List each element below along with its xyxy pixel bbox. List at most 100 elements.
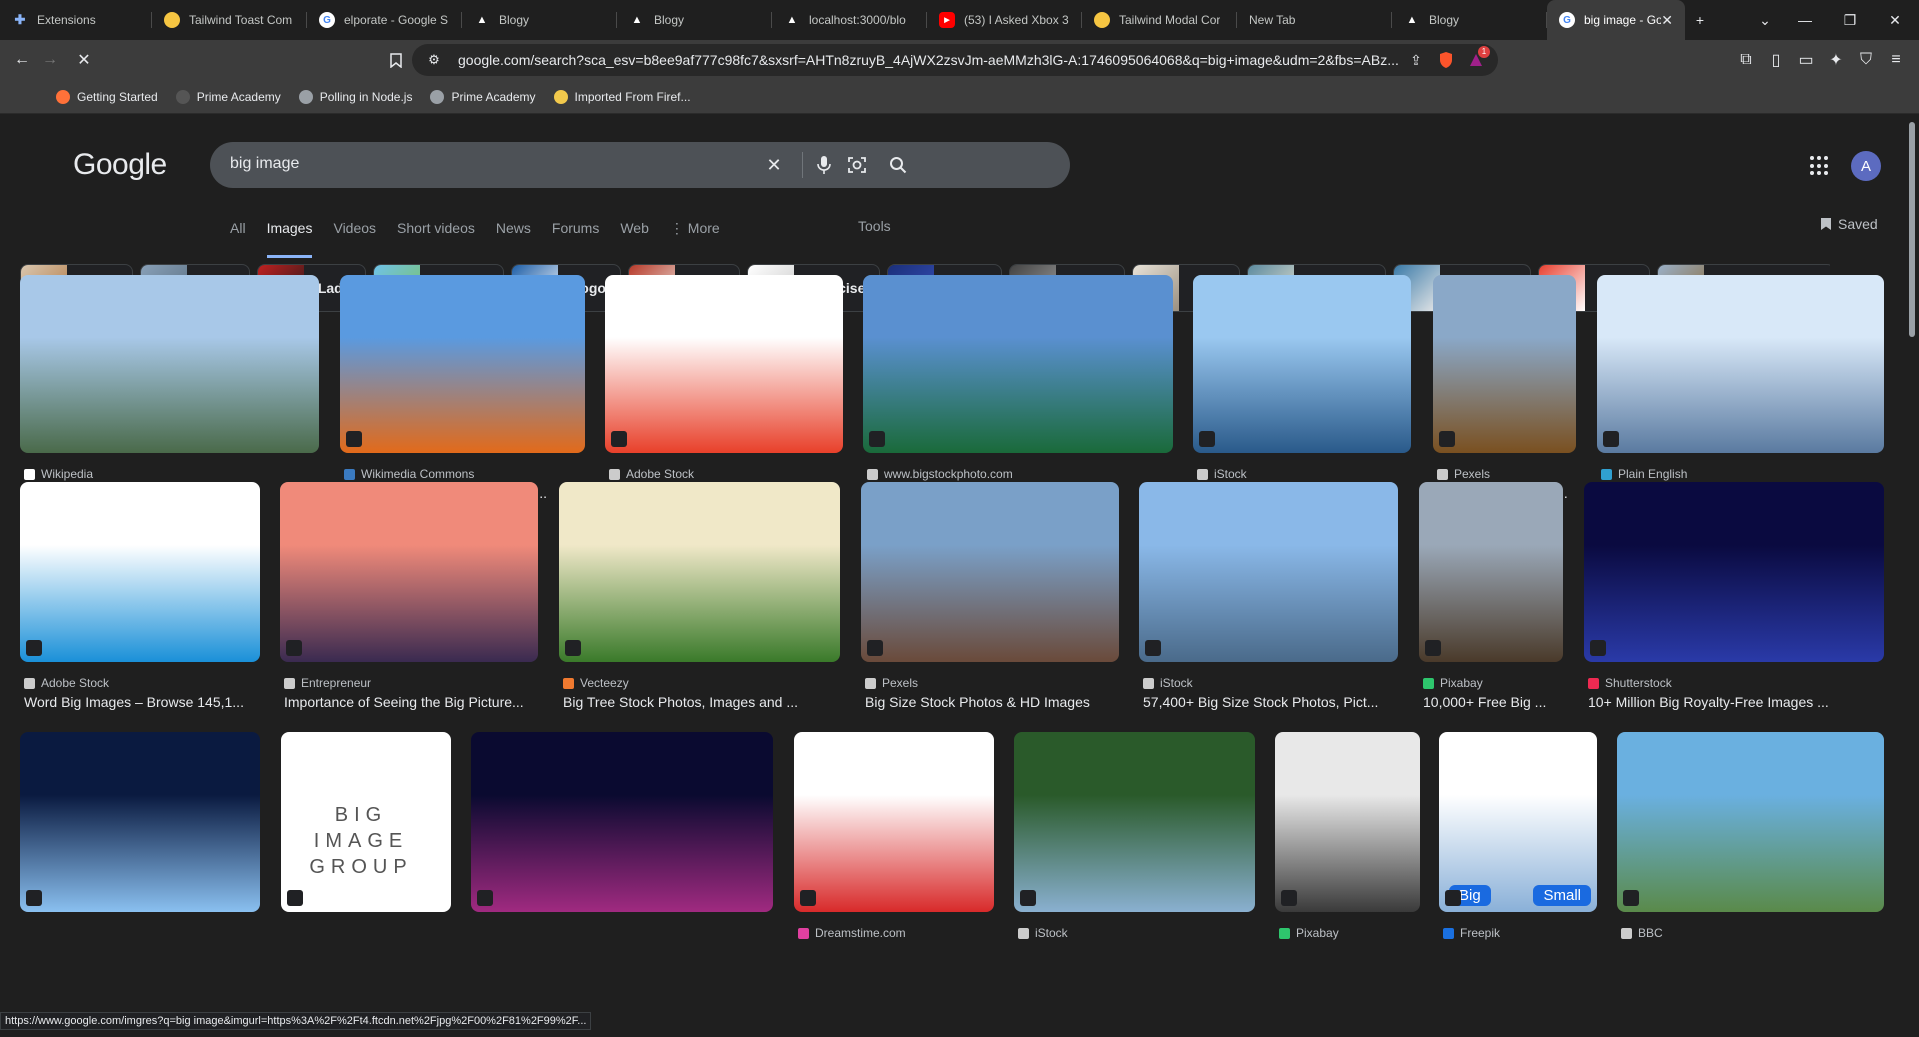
search-query[interactable]: big image [230,155,299,173]
result-source[interactable]: Dreamstime.com [798,926,906,940]
search-tab[interactable]: Videos [333,218,376,258]
result-thumbnail[interactable] [861,482,1119,662]
page-scrollbar[interactable] [1905,114,1919,1037]
search-tab[interactable]: Forums [552,218,599,258]
minimize-button[interactable]: — [1785,0,1825,40]
result-thumbnail[interactable] [863,275,1173,453]
result-thumbnail[interactable] [1433,275,1576,453]
back-arrow-icon[interactable]: ← [10,48,34,72]
result-source[interactable]: Adobe Stock [24,676,109,690]
result-thumbnail[interactable] [559,482,840,662]
result-thumbnail[interactable] [280,482,538,662]
result-source[interactable]: Pexels [1437,467,1490,481]
bookmark-icon[interactable] [384,48,408,72]
result-source[interactable]: Wikimedia Commons [344,467,474,481]
result-thumbnail[interactable] [20,732,260,912]
browser-tab[interactable]: ▲ Blogy [462,0,617,40]
result-source[interactable]: iStock [1143,676,1193,690]
result-thumbnail[interactable]: Big Small [1439,732,1597,912]
result-source[interactable]: Pixabay [1279,926,1339,940]
restore-button[interactable]: ❐ [1830,0,1870,40]
address-bar[interactable]: ⚙ google.com/search?sca_esv=b8ee9af777c9… [412,44,1498,76]
result-source[interactable]: BBC [1621,926,1663,940]
result-thumbnail[interactable] [1139,482,1398,662]
search-tab[interactable]: Images [266,218,313,258]
browser-tab[interactable]: ▶ (53) I Asked Xbox 3 [927,0,1082,40]
search-tab[interactable]: Web [620,218,649,258]
account-avatar[interactable]: A [1851,151,1881,181]
close-tab-icon[interactable]: ✕ [1661,12,1673,29]
result-thumbnail[interactable]: BIG IMAGE GROUP [281,732,451,912]
google-apps-icon[interactable] [1810,156,1830,176]
browser-tab[interactable]: ▲ localhost:3000/blo [772,0,927,40]
result-thumbnail[interactable] [340,275,585,453]
sidebar-icon[interactable]: ▯ [1764,48,1788,72]
result-thumbnail[interactable] [794,732,994,912]
bookmark-item[interactable]: Getting Started [56,89,158,104]
result-title[interactable]: Big Tree Stock Photos, Images and ... [563,694,840,710]
clear-search-icon[interactable]: ✕ [762,153,786,177]
browser-tab[interactable]: Gbig image - Go ✕ [1547,0,1685,40]
search-box[interactable]: big image ✕ [210,142,1070,188]
search-tab[interactable]: News [496,218,531,258]
tools-button[interactable]: Tools [858,218,891,234]
search-tab[interactable]: All [230,218,246,258]
result-source[interactable]: Pexels [865,676,918,690]
result-source[interactable]: Pixabay [1423,676,1483,690]
result-thumbnail[interactable] [471,732,773,912]
result-thumbnail[interactable] [1617,732,1884,912]
close-window-button[interactable]: ✕ [1875,0,1915,40]
result-title[interactable]: 10+ Million Big Royalty-Free Images ... [1588,694,1884,710]
site-info-icon[interactable]: ⚙ [422,48,446,72]
stop-loading-icon[interactable]: ✕ [72,48,96,72]
result-thumbnail[interactable] [605,275,843,453]
browser-tab[interactable]: Tailwind Toast Com [152,0,307,40]
browser-tab[interactable]: ▲ Blogy [617,0,772,40]
bookmark-item[interactable]: Prime Academy [430,89,536,104]
share-icon[interactable]: ⇪ [1404,48,1428,72]
lens-camera-icon[interactable] [845,153,869,177]
address-bar-url[interactable]: google.com/search?sca_esv=b8ee9af777c98f… [458,52,1398,68]
microphone-icon[interactable] [812,153,836,177]
result-source[interactable]: iStock [1018,926,1068,940]
bookmark-item[interactable]: Imported From Firef... [553,89,691,104]
extensions-icon[interactable]: ⧉ [1734,48,1758,72]
forward-arrow-icon[interactable]: → [38,48,62,72]
result-thumbnail[interactable] [1193,275,1411,453]
result-source[interactable]: Wikipedia [24,467,93,481]
brave-shield-icon[interactable] [1434,48,1458,72]
search-tab[interactable]: ⋮ More [670,218,720,258]
result-thumbnail[interactable] [1275,732,1420,912]
result-source[interactable]: Adobe Stock [609,467,694,481]
bookmark-item[interactable]: Polling in Node.js [298,89,412,104]
result-source[interactable]: Vecteezy [563,676,629,690]
browser-tab[interactable]: ✚ Extensions [0,0,152,40]
result-thumbnail[interactable] [1584,482,1884,662]
result-title[interactable]: Big Size Stock Photos & HD Images [865,694,1119,710]
search-icon[interactable] [886,153,910,177]
result-title[interactable]: Importance of Seeing the Big Picture... [284,694,538,710]
tab-search-chevron-icon[interactable]: ⌄ [1745,0,1785,40]
browser-tab[interactable]: Gelporate - Google S [307,0,462,40]
result-thumbnail[interactable] [1419,482,1563,662]
browser-tab[interactable]: New Tab [1237,0,1392,40]
wallet-icon[interactable]: ▭ [1794,48,1818,72]
result-source[interactable]: Plain English [1601,467,1687,481]
result-source[interactable]: Shutterstock [1588,676,1672,690]
browser-tab[interactable]: ▲ Blogy [1392,0,1547,40]
scrollbar-thumb[interactable] [1909,122,1915,337]
leo-ai-icon[interactable]: ✦ [1824,48,1848,72]
result-title[interactable]: 57,400+ Big Size Stock Photos, Pict... [1143,694,1398,710]
bookmark-item[interactable]: Prime Academy [175,89,281,104]
result-thumbnail[interactable] [1597,275,1884,453]
vpn-icon[interactable]: ⛉ [1854,48,1878,72]
new-tab-button[interactable]: + [1680,0,1720,40]
result-source[interactable]: Freepik [1443,926,1500,940]
result-source[interactable]: www.bigstockphoto.com [867,467,1013,481]
result-thumbnail[interactable] [20,275,319,453]
browser-tab[interactable]: Tailwind Modal Cor [1082,0,1237,40]
search-tab[interactable]: Short videos [397,218,475,258]
result-thumbnail[interactable] [1014,732,1255,912]
menu-icon[interactable]: ≡ [1884,48,1908,72]
google-logo[interactable]: Google [73,148,167,182]
